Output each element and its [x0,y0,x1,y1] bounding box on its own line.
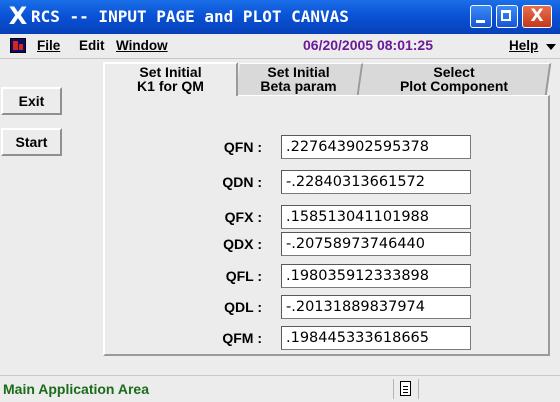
datetime-display: 06/20/2005 08:01:25 [303,37,433,53]
menu-help[interactable]: Help [509,38,538,53]
menu-window[interactable]: Window [116,38,168,53]
qfl-input[interactable]: .198035912333898 [281,264,471,288]
qdx-input[interactable]: -.20758973746440 [281,232,471,256]
field-label-qfn: QFN : [223,139,262,155]
tab-set-initial-beta[interactable]: Set Initial Beta param [235,63,364,95]
tab-label-group: Set Initial Beta param [238,64,359,94]
field-label-qfx: QFX : [224,209,262,225]
menu-window-label: Window [116,38,168,53]
start-button[interactable]: Start [1,128,62,156]
close-button[interactable]: X [522,5,552,28]
status-bar: Main Application Area [0,375,560,402]
tab-label-line2: K1 for QM [137,78,204,94]
menu-bar: File Edit Window 06/20/2005 08:01:25 Hel… [0,34,560,59]
app-window: X RCS -- INPUT PAGE and PLOT CANVAS X Fi… [0,0,560,402]
x-window-icon: X [8,2,28,30]
window-title: RCS -- INPUT PAGE and PLOT CANVAS [31,7,349,26]
exit-button[interactable]: Exit [1,87,62,115]
chevron-down-icon[interactable] [546,44,556,50]
menu-edit[interactable]: Edit [79,38,105,53]
tab-label-group: Select Plot Component [361,64,547,94]
title-bar[interactable]: X RCS -- INPUT PAGE and PLOT CANVAS X [0,0,560,34]
field-label-qdn: QDN : [222,174,262,190]
qfm-input[interactable]: .198445333618665 [281,326,471,350]
field-label-qdx: QDX : [223,236,262,252]
qfn-input[interactable]: .227643902595378 [281,135,471,159]
field-label-qdl: QDL : [224,299,262,315]
menu-edit-label: Edit [79,38,105,53]
field-label-qfl: QFL : [225,268,262,284]
tab-set-initial-k1[interactable]: Set Initial K1 for QM [103,62,238,96]
minimize-button[interactable] [470,5,492,28]
maximize-button[interactable] [496,5,518,28]
qdn-input[interactable]: -.22840313661572 [281,170,471,194]
tab-label-line1: Set Initial [139,64,202,80]
tab-label-line2: Plot Component [399,78,509,94]
status-text: Main Application Area [3,381,149,397]
status-divider [393,379,394,399]
qdl-input[interactable]: -.20131889837974 [281,295,471,319]
app-icon[interactable] [10,38,26,53]
close-icon: X [530,6,544,26]
tab-label-line1: Select [433,64,475,80]
document-icon [400,381,411,396]
menu-file[interactable]: File [37,38,60,53]
tab-select-plot-component[interactable]: Select Plot Component [358,63,552,95]
tab-label-line2: Beta param [260,78,337,94]
menu-file-label: File [37,38,61,53]
qfx-input[interactable]: .158513041101988 [281,205,471,229]
menu-help-label: Help [509,38,539,53]
tab-label-line1: Set Initial [267,64,330,80]
field-label-qfm: QFM : [222,330,262,346]
status-divider [418,379,419,399]
